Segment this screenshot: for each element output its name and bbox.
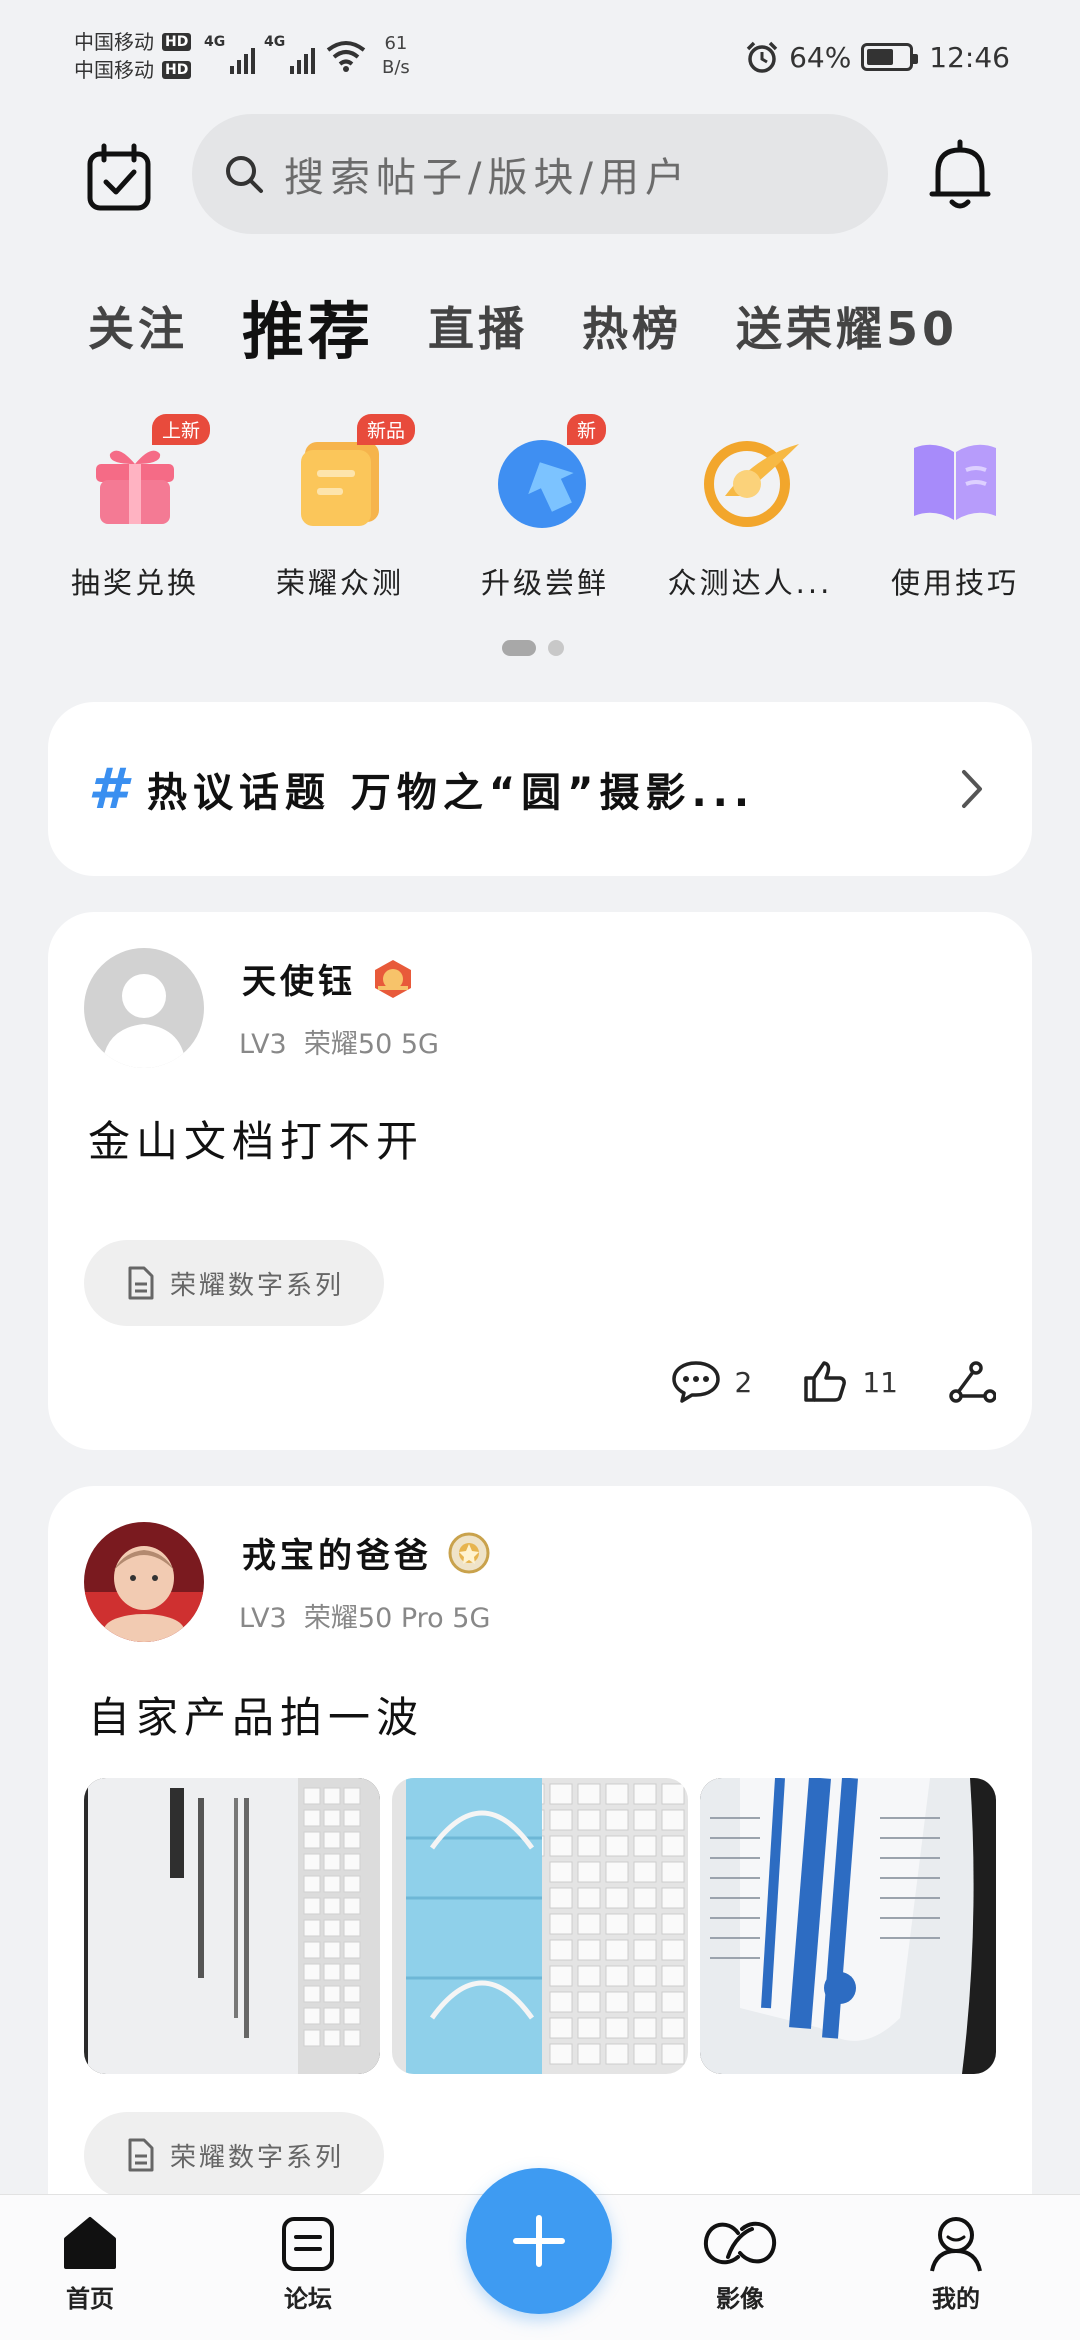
quick-label: 众测达人... [667, 566, 833, 600]
post-title[interactable]: 金山文档打不开 [88, 1108, 424, 1169]
search-bar[interactable]: 搜索帖子/版块/用户 [192, 114, 888, 234]
forum-tag-label: 荣耀数字系列 [170, 2142, 345, 2173]
hot-topic-card[interactable]: # 热议话题 万物之“圆”摄影... [48, 702, 1032, 876]
signal-icon: 4G [204, 34, 256, 74]
avatar[interactable] [84, 948, 204, 1068]
nav-label: 我的 [932, 2285, 980, 2313]
book-icon [914, 444, 996, 520]
tester-icon [704, 441, 799, 527]
notification-bell-icon[interactable] [922, 138, 998, 214]
forum-tag[interactable]: 荣耀数字系列 [84, 1240, 384, 1326]
carrier-1: 中国移动 [74, 30, 154, 54]
user-meta: LV3 荣耀50 5G [239, 1029, 439, 1060]
post-actions: 2 11 [621, 1360, 996, 1404]
hashtag-icon: # [88, 756, 127, 822]
post-image[interactable] [392, 1778, 688, 2074]
quick-item-lottery[interactable]: 上新 抽奖兑换 [40, 414, 230, 602]
alarm-icon [746, 41, 778, 73]
search-icon [226, 156, 263, 193]
quick-item-crowd-test[interactable]: 新品 荣耀众测 [245, 414, 435, 602]
nav-forum[interactable]: 论坛 [248, 2213, 368, 2314]
avatar[interactable] [84, 1522, 204, 1642]
username[interactable]: 戎宝的爸爸 [242, 1528, 432, 1577]
nav-home[interactable]: 首页 [30, 2213, 150, 2314]
header: 搜索帖子/版块/用户 [0, 112, 1080, 242]
forum-icon [282, 2217, 334, 2271]
medal-icon [375, 959, 411, 998]
signal-icon: 4G [264, 34, 316, 74]
nav-label: 首页 [66, 2285, 114, 2313]
hd-badge: HD [162, 61, 192, 79]
forum-tag[interactable]: 荣耀数字系列 [84, 2112, 384, 2198]
page-indicator [502, 640, 564, 656]
nav-label: 论坛 [284, 2285, 332, 2313]
quick-item-tips[interactable]: 使用技巧 [860, 426, 1050, 602]
quick-label: 使用技巧 [890, 566, 1019, 600]
page-dot [548, 640, 564, 656]
quick-item-upgrade[interactable]: 新 升级尝鲜 [450, 414, 640, 602]
battery-percent: 64% [789, 40, 852, 74]
medal-icon [448, 1532, 490, 1573]
nav-imaging[interactable]: 影像 [680, 2213, 800, 2314]
share-button[interactable] [948, 1360, 996, 1404]
document-icon [128, 1266, 154, 1300]
tab-recommended[interactable]: 推荐 [242, 281, 374, 371]
wifi-icon [326, 41, 366, 72]
post-image[interactable] [700, 1778, 996, 2074]
nav-label: 影像 [716, 2285, 764, 2313]
post-title[interactable]: 自家产品拍一波 [88, 1684, 424, 1745]
comment-count: 2 [734, 1365, 753, 1399]
category-tabs: 关注 推荐 直播 热榜 送荣耀50 [88, 286, 1012, 368]
like-count: 11 [862, 1365, 898, 1399]
quick-item-tester-expert[interactable]: 众测达人... [655, 426, 845, 602]
quick-badge: 新品 [356, 414, 415, 445]
share-icon [949, 1361, 996, 1403]
battery-icon [861, 43, 919, 71]
like-button[interactable]: 11 [802, 1360, 898, 1404]
plus-icon [513, 2215, 565, 2267]
imaging-icon [703, 2221, 777, 2265]
comment-icon [671, 1361, 720, 1403]
profile-icon [930, 2217, 982, 2272]
quick-label: 升级尝鲜 [480, 566, 609, 600]
comment-button[interactable]: 2 [671, 1360, 753, 1404]
nav-profile[interactable]: 我的 [896, 2213, 1016, 2314]
quick-label: 荣耀众测 [275, 566, 404, 600]
username[interactable]: 天使钰 [242, 954, 356, 1003]
tab-hot-list[interactable]: 热榜 [582, 293, 682, 359]
home-icon [64, 2217, 116, 2269]
post-image[interactable] [84, 1778, 380, 2074]
user-meta: LV3 荣耀50 Pro 5G [239, 1603, 491, 1634]
hot-topic-text: 热议话题 万物之“圆”摄影... [146, 770, 756, 816]
chevron-right-icon [962, 770, 982, 808]
carrier-info: 中国移动 HD 中国移动 HD [74, 28, 192, 84]
post-card[interactable]: 天使钰 LV3 荣耀50 5G 金山文档打不开 荣耀数字系列 2 11 [48, 912, 1032, 1450]
forum-tag-label: 荣耀数字系列 [170, 1270, 345, 1301]
clock: 12:46 [929, 40, 1010, 74]
create-post-button[interactable] [466, 2168, 612, 2314]
quick-badge: 新 [566, 414, 606, 445]
quick-badge: 上新 [151, 414, 210, 445]
status-bar: 中国移动 HD 中国移动 HD 4G 4G 61 B/s 64% 12:46 [0, 0, 1080, 110]
quick-label: 抽奖兑换 [70, 566, 199, 600]
quick-entry-grid: 上新 抽奖兑换 新品 荣耀众测 新 升级尝鲜 众测达人... 使用技巧 [40, 414, 1050, 602]
tab-follow[interactable]: 关注 [88, 293, 188, 359]
tab-giveaway[interactable]: 送荣耀50 [736, 293, 958, 359]
post-image-grid [84, 1778, 996, 2074]
page-dot-active [502, 640, 536, 656]
document-icon [128, 2138, 154, 2172]
carrier-2: 中国移动 [74, 58, 154, 82]
network-speed: 61 B/s [382, 33, 410, 78]
thumbs-up-icon [804, 1361, 847, 1402]
tab-live[interactable]: 直播 [428, 293, 528, 359]
hd-badge: HD [162, 33, 192, 51]
search-placeholder: 搜索帖子/版块/用户 [284, 155, 691, 201]
checkin-calendar-icon[interactable] [84, 142, 154, 212]
